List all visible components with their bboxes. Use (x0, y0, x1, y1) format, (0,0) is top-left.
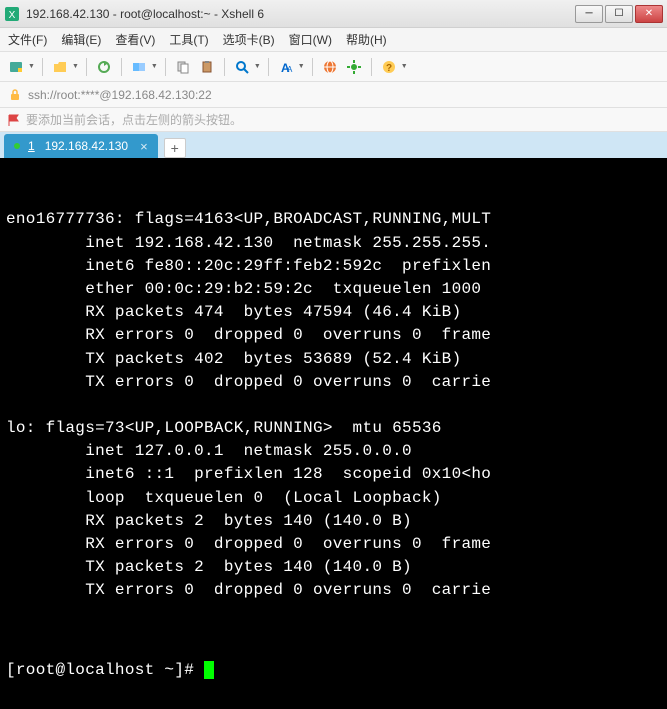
status-dot-icon (14, 143, 20, 149)
terminal[interactable]: eno16777736: flags=4163<UP,BROADCAST,RUN… (0, 158, 667, 709)
svg-text:X: X (9, 10, 16, 21)
address-text[interactable]: ssh://root:****@192.168.42.130:22 (28, 88, 212, 102)
dropdown-icon[interactable]: ▼ (151, 63, 158, 70)
separator (165, 58, 166, 76)
flag-icon (8, 114, 20, 126)
terminal-output: eno16777736: flags=4163<UP,BROADCAST,RUN… (6, 208, 661, 602)
search-icon[interactable] (232, 57, 252, 77)
terminal-line: ether 00:0c:29:b2:59:2c txqueuelen 1000 (6, 278, 661, 301)
terminal-line: RX errors 0 dropped 0 overruns 0 frame (6, 533, 661, 556)
terminal-line: inet 192.168.42.130 netmask 255.255.255. (6, 232, 661, 255)
terminal-line: RX packets 2 bytes 140 (140.0 B) (6, 510, 661, 533)
terminal-line: RX packets 474 bytes 47594 (46.4 KiB) (6, 301, 661, 324)
terminal-line: TX errors 0 dropped 0 overruns 0 carrie (6, 579, 661, 602)
terminal-line: TX packets 402 bytes 53689 (52.4 KiB) (6, 348, 661, 371)
menu-edit[interactable]: 编辑(E) (61, 31, 101, 48)
tipbar: 要添加当前会话，点击左侧的箭头按钮。 (0, 108, 667, 132)
prompt: [root@localhost ~]# (6, 661, 204, 679)
separator (224, 58, 225, 76)
maximize-button[interactable]: ☐ (605, 5, 633, 23)
window-title: 192.168.42.130 - root@localhost:~ - Xshe… (26, 7, 575, 21)
terminal-line: loop txqueuelen 0 (Local Loopback) (6, 487, 661, 510)
tabstrip: 1 192.168.42.130 × + (0, 132, 667, 158)
help-icon[interactable]: ? (379, 57, 399, 77)
window-controls: ─ ☐ ✕ (575, 5, 663, 23)
cursor-icon (204, 661, 214, 679)
paste-icon[interactable] (197, 57, 217, 77)
tab-index: 1 (28, 139, 35, 153)
prompt-line: [root@localhost ~]# (6, 659, 661, 682)
dropdown-icon[interactable]: ▼ (254, 63, 261, 70)
menu-window[interactable]: 窗口(W) (289, 31, 332, 48)
svg-text:A: A (287, 65, 293, 74)
svg-text:?: ? (386, 63, 392, 74)
menu-tabs[interactable]: 选项卡(B) (223, 31, 275, 48)
globe-icon[interactable] (320, 57, 340, 77)
settings-icon[interactable] (344, 57, 364, 77)
addressbar: ssh://root:****@192.168.42.130:22 (0, 82, 667, 108)
terminal-line: lo: flags=73<UP,LOOPBACK,RUNNING> mtu 65… (6, 417, 661, 440)
terminal-line: inet 127.0.0.1 netmask 255.0.0.0 (6, 440, 661, 463)
dropdown-icon[interactable]: ▼ (28, 63, 35, 70)
dropdown-icon[interactable]: ▼ (298, 63, 305, 70)
transfer-icon[interactable] (129, 57, 149, 77)
tab-close-icon[interactable]: × (140, 139, 148, 154)
lock-icon (8, 88, 22, 102)
copy-icon[interactable] (173, 57, 193, 77)
terminal-line: inet6 fe80::20c:29ff:feb2:592c prefixlen (6, 255, 661, 278)
dropdown-icon[interactable]: ▼ (401, 63, 408, 70)
separator (312, 58, 313, 76)
separator (86, 58, 87, 76)
separator (42, 58, 43, 76)
minimize-button[interactable]: ─ (575, 5, 603, 23)
separator (121, 58, 122, 76)
terminal-line: TX errors 0 dropped 0 overruns 0 carrie (6, 371, 661, 394)
separator (268, 58, 269, 76)
terminal-line: eno16777736: flags=4163<UP,BROADCAST,RUN… (6, 208, 661, 231)
tip-text: 要添加当前会话，点击左侧的箭头按钮。 (26, 111, 242, 128)
dropdown-icon[interactable]: ▼ (72, 63, 79, 70)
terminal-line: TX packets 2 bytes 140 (140.0 B) (6, 556, 661, 579)
terminal-line: RX errors 0 dropped 0 overruns 0 frame (6, 324, 661, 347)
menubar: 文件(F) 编辑(E) 查看(V) 工具(T) 选项卡(B) 窗口(W) 帮助(… (0, 28, 667, 52)
open-icon[interactable] (50, 57, 70, 77)
app-icon: X (4, 6, 20, 22)
tab-add-button[interactable]: + (164, 138, 186, 158)
tab-label: 192.168.42.130 (45, 139, 128, 153)
reconnect-icon[interactable] (94, 57, 114, 77)
new-session-icon[interactable] (6, 57, 26, 77)
menu-help[interactable]: 帮助(H) (346, 31, 387, 48)
separator (371, 58, 372, 76)
menu-tools[interactable]: 工具(T) (169, 31, 208, 48)
menu-view[interactable]: 查看(V) (115, 31, 155, 48)
menu-file[interactable]: 文件(F) (8, 31, 47, 48)
terminal-line (6, 394, 661, 417)
font-icon[interactable]: AA (276, 57, 296, 77)
titlebar: X 192.168.42.130 - root@localhost:~ - Xs… (0, 0, 667, 28)
session-tab[interactable]: 1 192.168.42.130 × (4, 134, 158, 158)
toolbar: ▼ ▼ ▼ ▼ AA ▼ ? ▼ (0, 52, 667, 82)
terminal-line: inet6 ::1 prefixlen 128 scopeid 0x10<ho (6, 463, 661, 486)
close-button[interactable]: ✕ (635, 5, 663, 23)
